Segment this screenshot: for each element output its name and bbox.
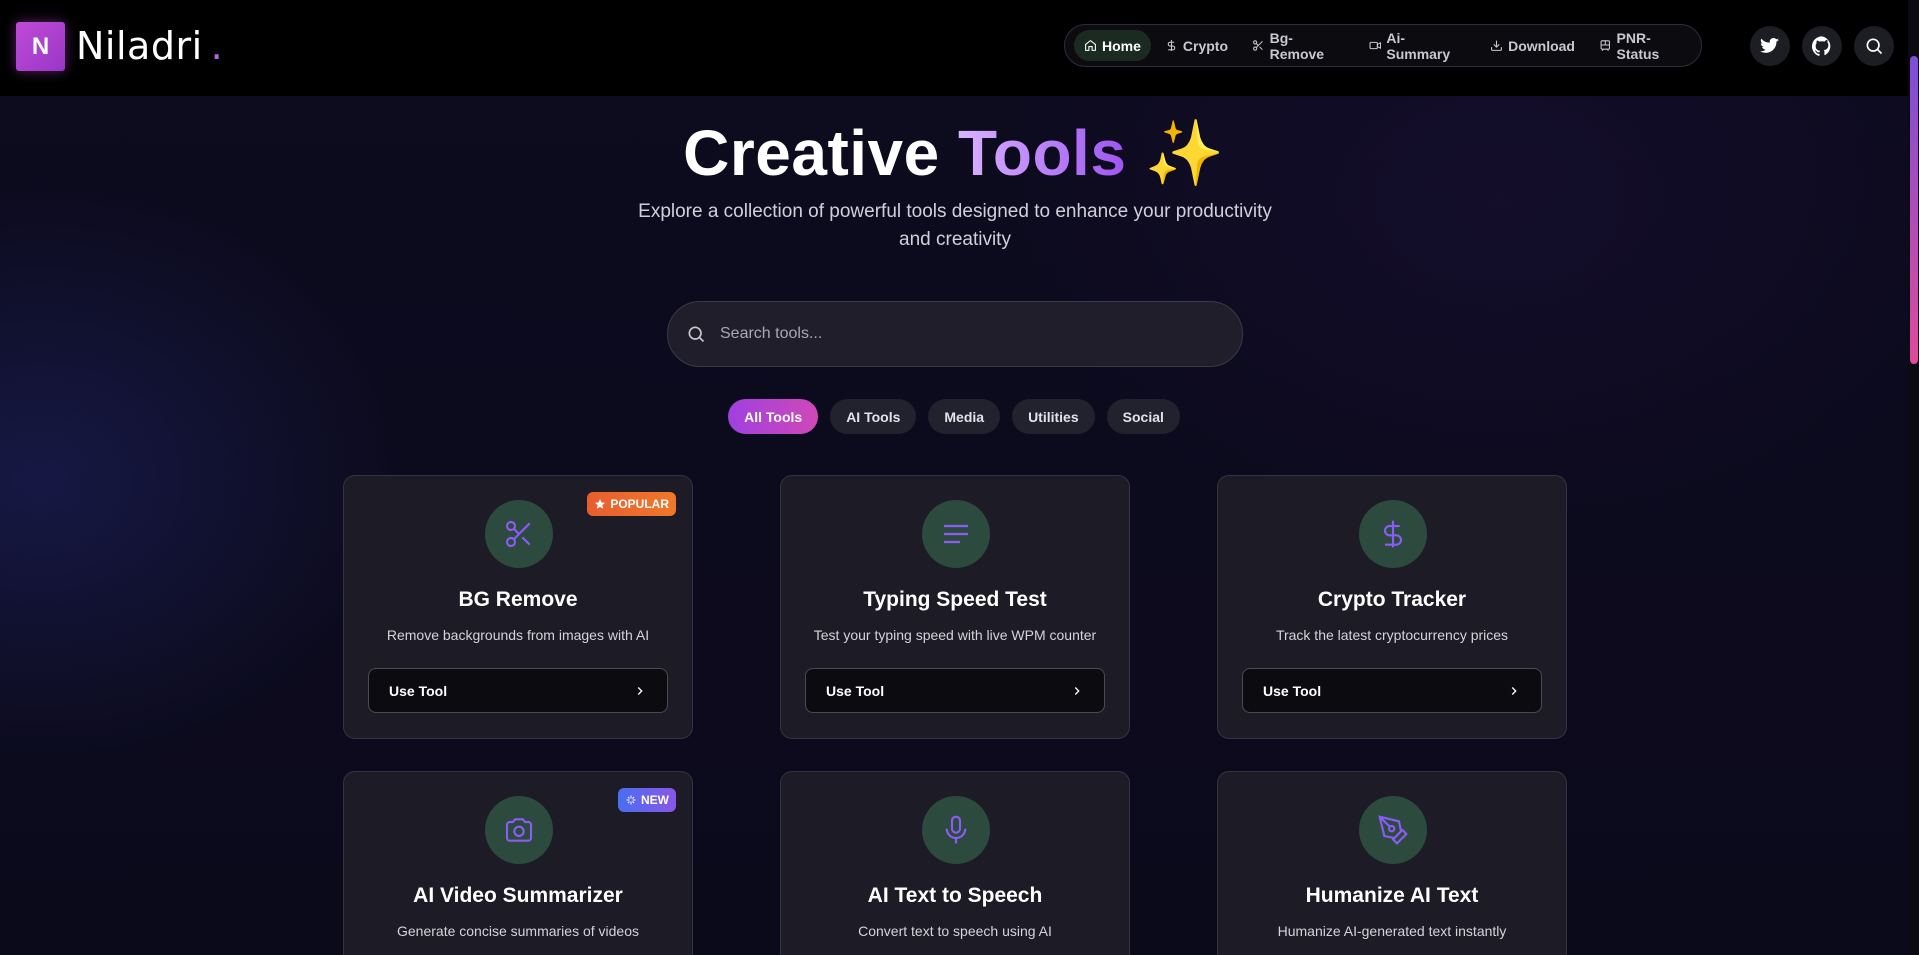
button-label: Use Tool (826, 682, 885, 699)
card-description: Generate concise summaries of videos (397, 923, 639, 939)
search-icon (688, 326, 705, 343)
category-filters: All Tools AI Tools Media Utilities Socia… (0, 399, 1908, 434)
filter-all-tools[interactable]: All Tools (728, 399, 819, 434)
github-button[interactable] (1802, 26, 1842, 66)
github-icon (1812, 36, 1831, 56)
nav-item-download[interactable]: Download (1480, 30, 1585, 61)
nav-item-crypto[interactable]: Crypto (1155, 30, 1238, 61)
card-title: AI Text to Speech (867, 884, 1043, 907)
filter-media[interactable]: Media (928, 399, 1001, 434)
logo-badge[interactable]: N (16, 22, 65, 71)
tool-card-humanize-ai-text[interactable]: Humanize AI Text Humanize AI-generated t… (1217, 771, 1567, 955)
microphone-icon (945, 815, 967, 844)
nav-label: Bg-Remove (1269, 29, 1325, 62)
star-icon (595, 499, 606, 509)
search-icon (1866, 38, 1883, 55)
scrollbar[interactable] (1908, 0, 1919, 955)
chevron-right-icon (1074, 686, 1080, 695)
card-icon-circle (1359, 796, 1427, 864)
popular-badge: POPULAR (587, 492, 676, 516)
video-icon (1369, 41, 1381, 50)
use-tool-button[interactable]: Use Tool (1242, 668, 1542, 713)
dollar-icon (1384, 520, 1402, 548)
filter-utilities[interactable]: Utilities (1012, 399, 1095, 434)
main-nav: Home Crypto Bg-Remove Ai-Summary Downloa… (1064, 24, 1702, 67)
title-part-tools: Tools (958, 117, 1127, 189)
card-title: BG Remove (458, 588, 578, 611)
filter-social[interactable]: Social (1106, 399, 1180, 434)
nav-item-bg-remove[interactable]: Bg-Remove (1242, 29, 1355, 62)
scissors-icon (505, 520, 531, 548)
page-title: Creative Tools ✨ (0, 116, 1908, 191)
nav-item-ai-summary[interactable]: Ai-Summary (1359, 29, 1476, 62)
card-description: Track the latest cryptocurrency prices (1275, 627, 1509, 643)
card-description: Humanize AI-generated text instantly (1277, 923, 1507, 939)
scissors-icon (1253, 40, 1263, 51)
card-title: Typing Speed Test (863, 588, 1047, 611)
card-description: Convert text to speech using AI (858, 923, 1052, 939)
scrollbar-thumb[interactable] (1910, 56, 1918, 364)
badge-label: POPULAR (610, 497, 669, 511)
header-search-button[interactable] (1854, 26, 1894, 66)
page-subtitle: Explore a collection of powerful tools d… (638, 201, 1272, 250)
tool-card-crypto-tracker[interactable]: Crypto Tracker Track the latest cryptocu… (1217, 475, 1567, 739)
nav-label: Ai-Summary (1386, 29, 1451, 62)
card-title: Crypto Tracker (1317, 588, 1467, 611)
card-icon-circle (922, 500, 990, 568)
tool-card-ai-text-to-speech[interactable]: AI Text to Speech Convert text to speech… (780, 771, 1130, 955)
top-header: N Niladri. Home Crypto Bg-Remove Ai-Summ… (0, 0, 1908, 96)
button-label: Use Tool (389, 682, 448, 699)
card-icon-circle (1359, 500, 1427, 568)
tool-card-ai-video-summarizer[interactable]: NEW AI Video Summarizer Generate concise… (343, 771, 693, 955)
card-icon-circle (922, 796, 990, 864)
card-description: Remove backgrounds from images with AI (386, 627, 650, 643)
nav-label: Download (1508, 37, 1575, 54)
nav-item-pnr-status[interactable]: PNR-Status (1589, 29, 1701, 62)
card-title: Humanize AI Text (1305, 884, 1479, 907)
pen-tool-icon (1378, 815, 1408, 845)
nav-label: PNR-Status (1616, 29, 1660, 62)
brand-dot: . (210, 24, 224, 68)
tool-search-bar[interactable] (667, 301, 1243, 367)
button-label: Use Tool (1263, 682, 1322, 699)
filter-ai-tools[interactable]: AI Tools (830, 399, 917, 434)
nav-label: Home (1102, 37, 1141, 54)
tool-card-bg-remove[interactable]: POPULAR BG Remove Remove backgrounds fro… (343, 475, 693, 739)
card-description: Test your typing speed with live WPM cou… (813, 627, 1097, 643)
new-badge: NEW (618, 788, 676, 812)
card-icon-circle (485, 500, 553, 568)
nav-label: Crypto (1182, 37, 1229, 54)
chevron-right-icon (1511, 686, 1517, 695)
sparkles-icon: ✨ (1144, 117, 1225, 189)
tool-card-typing-speed-test[interactable]: Typing Speed Test Test your typing speed… (780, 475, 1130, 739)
card-title: AI Video Summarizer (413, 884, 623, 907)
camera-icon (505, 818, 533, 842)
train-icon (1600, 40, 1610, 52)
sparkle-icon (626, 795, 636, 805)
use-tool-button[interactable]: Use Tool (368, 668, 668, 713)
search-input[interactable] (720, 325, 1200, 343)
brand-name: Niladri (76, 24, 203, 68)
twitter-icon (1760, 38, 1780, 53)
nav-item-home[interactable]: Home (1074, 30, 1151, 61)
text-lines-icon (944, 524, 968, 544)
chevron-right-icon (637, 686, 643, 695)
home-icon (1085, 39, 1096, 51)
dollar-icon (1167, 40, 1176, 51)
badge-label: NEW (641, 793, 669, 807)
title-part-creative: Creative (683, 117, 940, 189)
use-tool-button[interactable]: Use Tool (805, 668, 1105, 713)
card-icon-circle (485, 796, 553, 864)
twitter-button[interactable] (1750, 26, 1790, 66)
download-icon (1491, 40, 1503, 51)
logo-text[interactable]: Niladri. (76, 24, 223, 68)
